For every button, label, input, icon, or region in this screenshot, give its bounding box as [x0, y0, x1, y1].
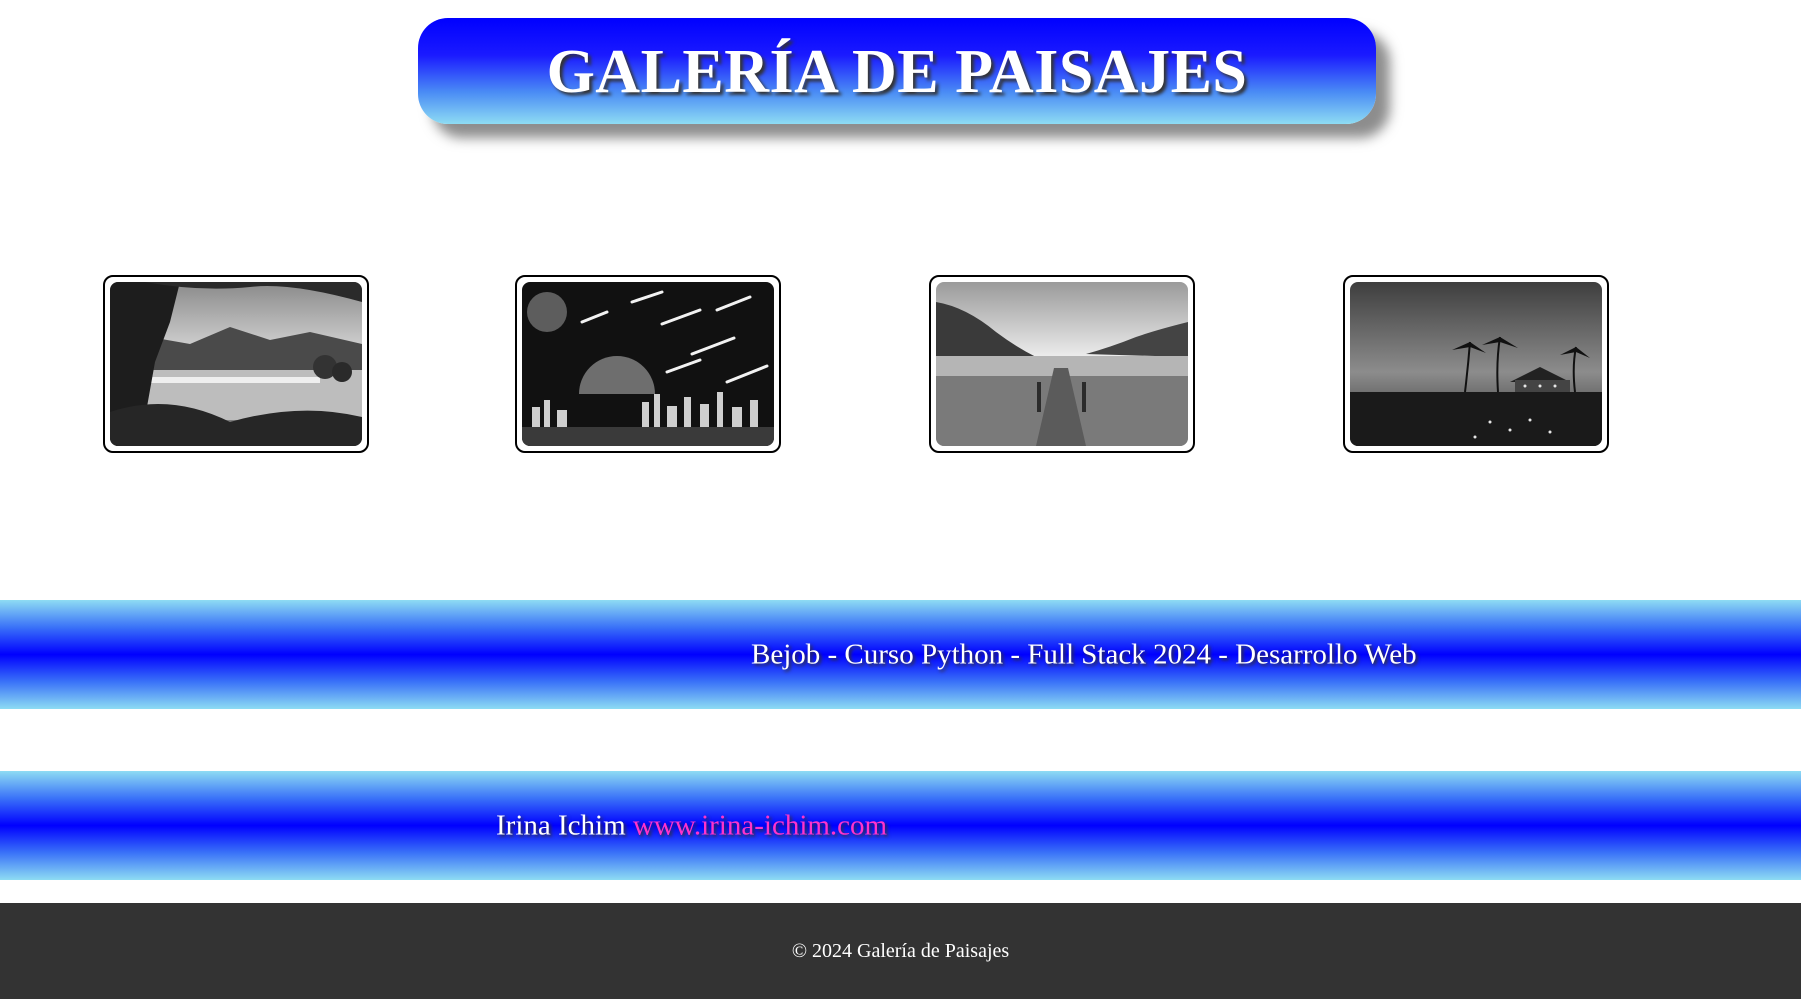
gallery-image-meteor-city[interactable] [515, 275, 781, 453]
image-gallery [0, 275, 1801, 453]
gallery-image-lake[interactable] [103, 275, 369, 453]
meteor-city-image [522, 282, 774, 446]
author-banner: Irina Ichim www.irina-ichim.com [0, 771, 1801, 880]
author-name: Irina Ichim [496, 809, 626, 841]
author-website-link[interactable]: www.irina-ichim.com [633, 809, 887, 841]
gallery-image-pier[interactable] [929, 275, 1195, 453]
footer: © 2024 Galería de Paisajes [0, 903, 1801, 999]
lake-landscape-image [110, 282, 362, 446]
pier-seascape-image [936, 282, 1188, 446]
page: GALERÍA DE PAISAJES Bejob - Curso Python… [0, 0, 1801, 999]
author-line: Irina Ichim www.irina-ichim.com [496, 809, 887, 842]
course-banner: Bejob - Curso Python - Full Stack 2024 -… [0, 600, 1801, 709]
title-banner: GALERÍA DE PAISAJES [418, 18, 1376, 124]
page-title: GALERÍA DE PAISAJES [546, 37, 1248, 106]
footer-copyright: © 2024 Galería de Paisajes [791, 939, 1010, 962]
course-text: Bejob - Curso Python - Full Stack 2024 -… [751, 638, 1417, 670]
resort-night-image [1350, 282, 1602, 446]
gallery-image-resort[interactable] [1343, 275, 1609, 453]
